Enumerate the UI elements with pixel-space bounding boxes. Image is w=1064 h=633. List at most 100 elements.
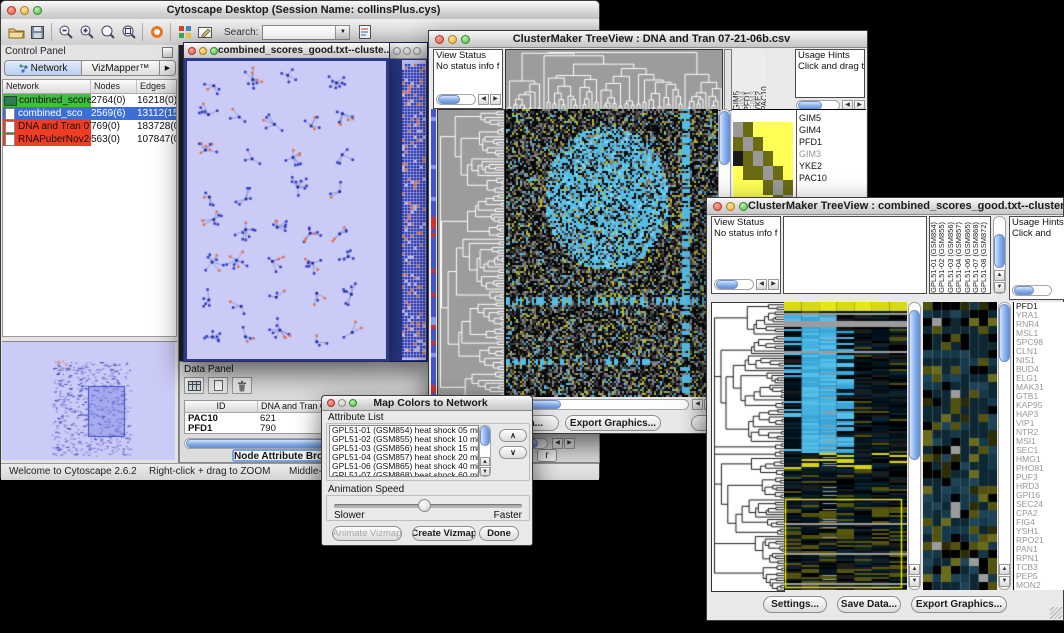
column-label[interactable]: GPL51-04 (GSM857) bbox=[955, 222, 963, 293]
minimize-button[interactable] bbox=[403, 47, 411, 55]
gene-label[interactable]: GIM5 bbox=[797, 112, 865, 124]
gene-label[interactable]: PAC10 bbox=[797, 172, 865, 184]
matrix-cell[interactable] bbox=[783, 137, 793, 152]
gene-label[interactable]: GIM4 bbox=[797, 124, 865, 136]
attribute-table-icon[interactable] bbox=[184, 377, 204, 394]
scroll-down-arrow-icon[interactable]: ▼ bbox=[480, 467, 490, 476]
zoom-button[interactable] bbox=[461, 35, 470, 44]
zoom-button[interactable] bbox=[739, 202, 748, 211]
scroll-left-arrow-icon[interactable]: ◀ bbox=[552, 438, 563, 449]
scroll-up-arrow-icon[interactable]: ▲ bbox=[480, 457, 490, 466]
close-button[interactable] bbox=[327, 399, 335, 407]
gene-label[interactable]: PFD1 bbox=[797, 136, 865, 148]
dialog-button-done[interactable]: Done bbox=[479, 526, 519, 541]
close-button[interactable] bbox=[7, 6, 16, 15]
minimize-button[interactable] bbox=[338, 399, 346, 407]
gene-label[interactable]: GIM3 bbox=[797, 148, 865, 160]
matrix-cell[interactable] bbox=[773, 180, 783, 195]
scroll-left-arrow-icon[interactable]: ◀ bbox=[756, 279, 767, 290]
help-lifesaver-icon[interactable] bbox=[146, 23, 167, 42]
birdseye-view[interactable] bbox=[2, 341, 177, 461]
row-dendrogram-canvas[interactable] bbox=[711, 302, 785, 592]
col-header-nodes[interactable]: Nodes bbox=[91, 80, 137, 93]
save-icon[interactable] bbox=[27, 23, 48, 42]
matrix-cell[interactable] bbox=[763, 151, 773, 166]
col-header-network[interactable]: Network bbox=[3, 80, 91, 93]
gene-label[interactable]: YKE2 bbox=[797, 160, 865, 172]
scroll-up-arrow-icon[interactable]: ▲ bbox=[999, 564, 1010, 575]
matrix-cell[interactable] bbox=[753, 137, 763, 152]
delete-attribute-icon[interactable] bbox=[232, 377, 252, 394]
close-button[interactable] bbox=[393, 47, 401, 55]
treeview-button-settings-[interactable]: Settings... bbox=[763, 596, 827, 613]
matrix-cell[interactable] bbox=[773, 151, 783, 166]
matrix-cell[interactable] bbox=[753, 166, 763, 181]
network-b-titlebar[interactable] bbox=[389, 43, 427, 59]
heatmap-vscrollbar[interactable]: ▲ ▼ bbox=[908, 302, 921, 590]
matrix-cell[interactable] bbox=[733, 166, 743, 181]
zoom-fit-icon[interactable] bbox=[97, 23, 118, 42]
matrix-cell[interactable] bbox=[733, 180, 743, 195]
tab-network[interactable]: Network bbox=[4, 60, 82, 76]
close-button[interactable] bbox=[713, 202, 722, 211]
tab-fragment[interactable]: r bbox=[537, 449, 557, 462]
zoom-button[interactable] bbox=[210, 47, 218, 55]
matrix-cell[interactable] bbox=[763, 180, 773, 195]
matrix-cell[interactable] bbox=[733, 151, 743, 166]
attribute-list-scrollbar[interactable]: ▲ ▼ bbox=[479, 425, 491, 477]
scroll-thumb[interactable] bbox=[994, 234, 1005, 268]
network-canvas[interactable] bbox=[187, 61, 386, 359]
new-attribute-icon[interactable] bbox=[208, 377, 228, 394]
zoom-button[interactable] bbox=[33, 6, 42, 15]
zoom-in-icon[interactable] bbox=[76, 23, 97, 42]
attribute-listbox[interactable]: GPL51-01 (GSM854) heat shock 05 minGPL51… bbox=[329, 425, 479, 477]
scroll-right-arrow-icon[interactable]: ▶ bbox=[564, 438, 575, 449]
matrix-cell[interactable] bbox=[743, 137, 753, 152]
column-label[interactable]: YKE2 bbox=[755, 91, 761, 111]
column-label[interactable]: GPL51-03 (GSM856) bbox=[947, 222, 955, 293]
scroll-thumb[interactable] bbox=[719, 111, 730, 165]
minimize-button[interactable] bbox=[20, 6, 29, 15]
matrix-cell[interactable] bbox=[733, 137, 743, 152]
col-header-id[interactable]: ID bbox=[185, 401, 258, 412]
dialog-button-create-vizmap[interactable]: Create Vizmap bbox=[412, 526, 476, 541]
matrix-cell[interactable] bbox=[733, 122, 743, 137]
float-panel-icon[interactable] bbox=[162, 47, 173, 58]
zoom-selected-icon[interactable] bbox=[118, 23, 139, 42]
scroll-thumb[interactable] bbox=[1014, 286, 1034, 295]
scroll-thumb[interactable] bbox=[716, 280, 738, 289]
column-label[interactable]: GPL51-02 (GSM855) bbox=[938, 222, 946, 293]
network-table-row[interactable]: DNA and Tran 07769(0)183728(0) bbox=[3, 120, 176, 133]
scroll-right-arrow-icon[interactable]: ▶ bbox=[768, 279, 779, 290]
tab-vizmapper[interactable]: VizMapper™ bbox=[82, 60, 160, 76]
network-table-row[interactable]: RNAPuberNov2+563(0)107847(0) bbox=[3, 133, 176, 146]
column-label[interactable]: GPL51-06 (GSM865) bbox=[964, 222, 972, 293]
annotation-icon[interactable] bbox=[195, 23, 216, 42]
scroll-down-arrow-icon[interactable]: ▼ bbox=[994, 282, 1005, 293]
treeview-button-export-graphics-[interactable]: Export Graphics... bbox=[911, 596, 1007, 613]
treeview1-titlebar[interactable]: ClusterMaker TreeView : DNA and Tran 07-… bbox=[429, 31, 867, 48]
matrix-cell[interactable] bbox=[763, 166, 773, 181]
scroll-left-arrow-icon[interactable]: ◀ bbox=[478, 94, 489, 105]
dialog-titlebar[interactable]: Map Colors to Network bbox=[322, 396, 532, 411]
matrix-cell[interactable] bbox=[743, 166, 753, 181]
matrix-cell[interactable] bbox=[743, 180, 753, 195]
speed-slider-thumb[interactable] bbox=[418, 499, 431, 512]
tab-overflow-arrow[interactable]: ▶ bbox=[160, 60, 176, 76]
network-table-row[interactable]: combined_scores2764(0)16218(0) bbox=[3, 94, 176, 107]
search-input[interactable]: ▼ bbox=[262, 25, 350, 40]
report-icon[interactable] bbox=[354, 23, 375, 42]
zoom-out-icon[interactable] bbox=[55, 23, 76, 42]
open-file-icon[interactable] bbox=[6, 23, 27, 42]
matrix-cell[interactable] bbox=[753, 122, 763, 137]
treeview2-titlebar[interactable]: ClusterMaker TreeView : combined_scores_… bbox=[707, 198, 1063, 215]
treeview-button-export-graphics-[interactable]: Export Graphics... bbox=[565, 415, 661, 431]
matrix-cell[interactable] bbox=[783, 180, 793, 195]
matrix-cell[interactable] bbox=[743, 122, 753, 137]
scroll-up-arrow-icon[interactable]: ▲ bbox=[909, 564, 920, 575]
matrix-cell[interactable] bbox=[743, 151, 753, 166]
move-up-button[interactable]: ∧ bbox=[499, 429, 527, 442]
vizmap-icon[interactable] bbox=[174, 23, 195, 42]
matrix-cell[interactable] bbox=[753, 151, 763, 166]
scroll-thumb[interactable] bbox=[480, 426, 490, 446]
